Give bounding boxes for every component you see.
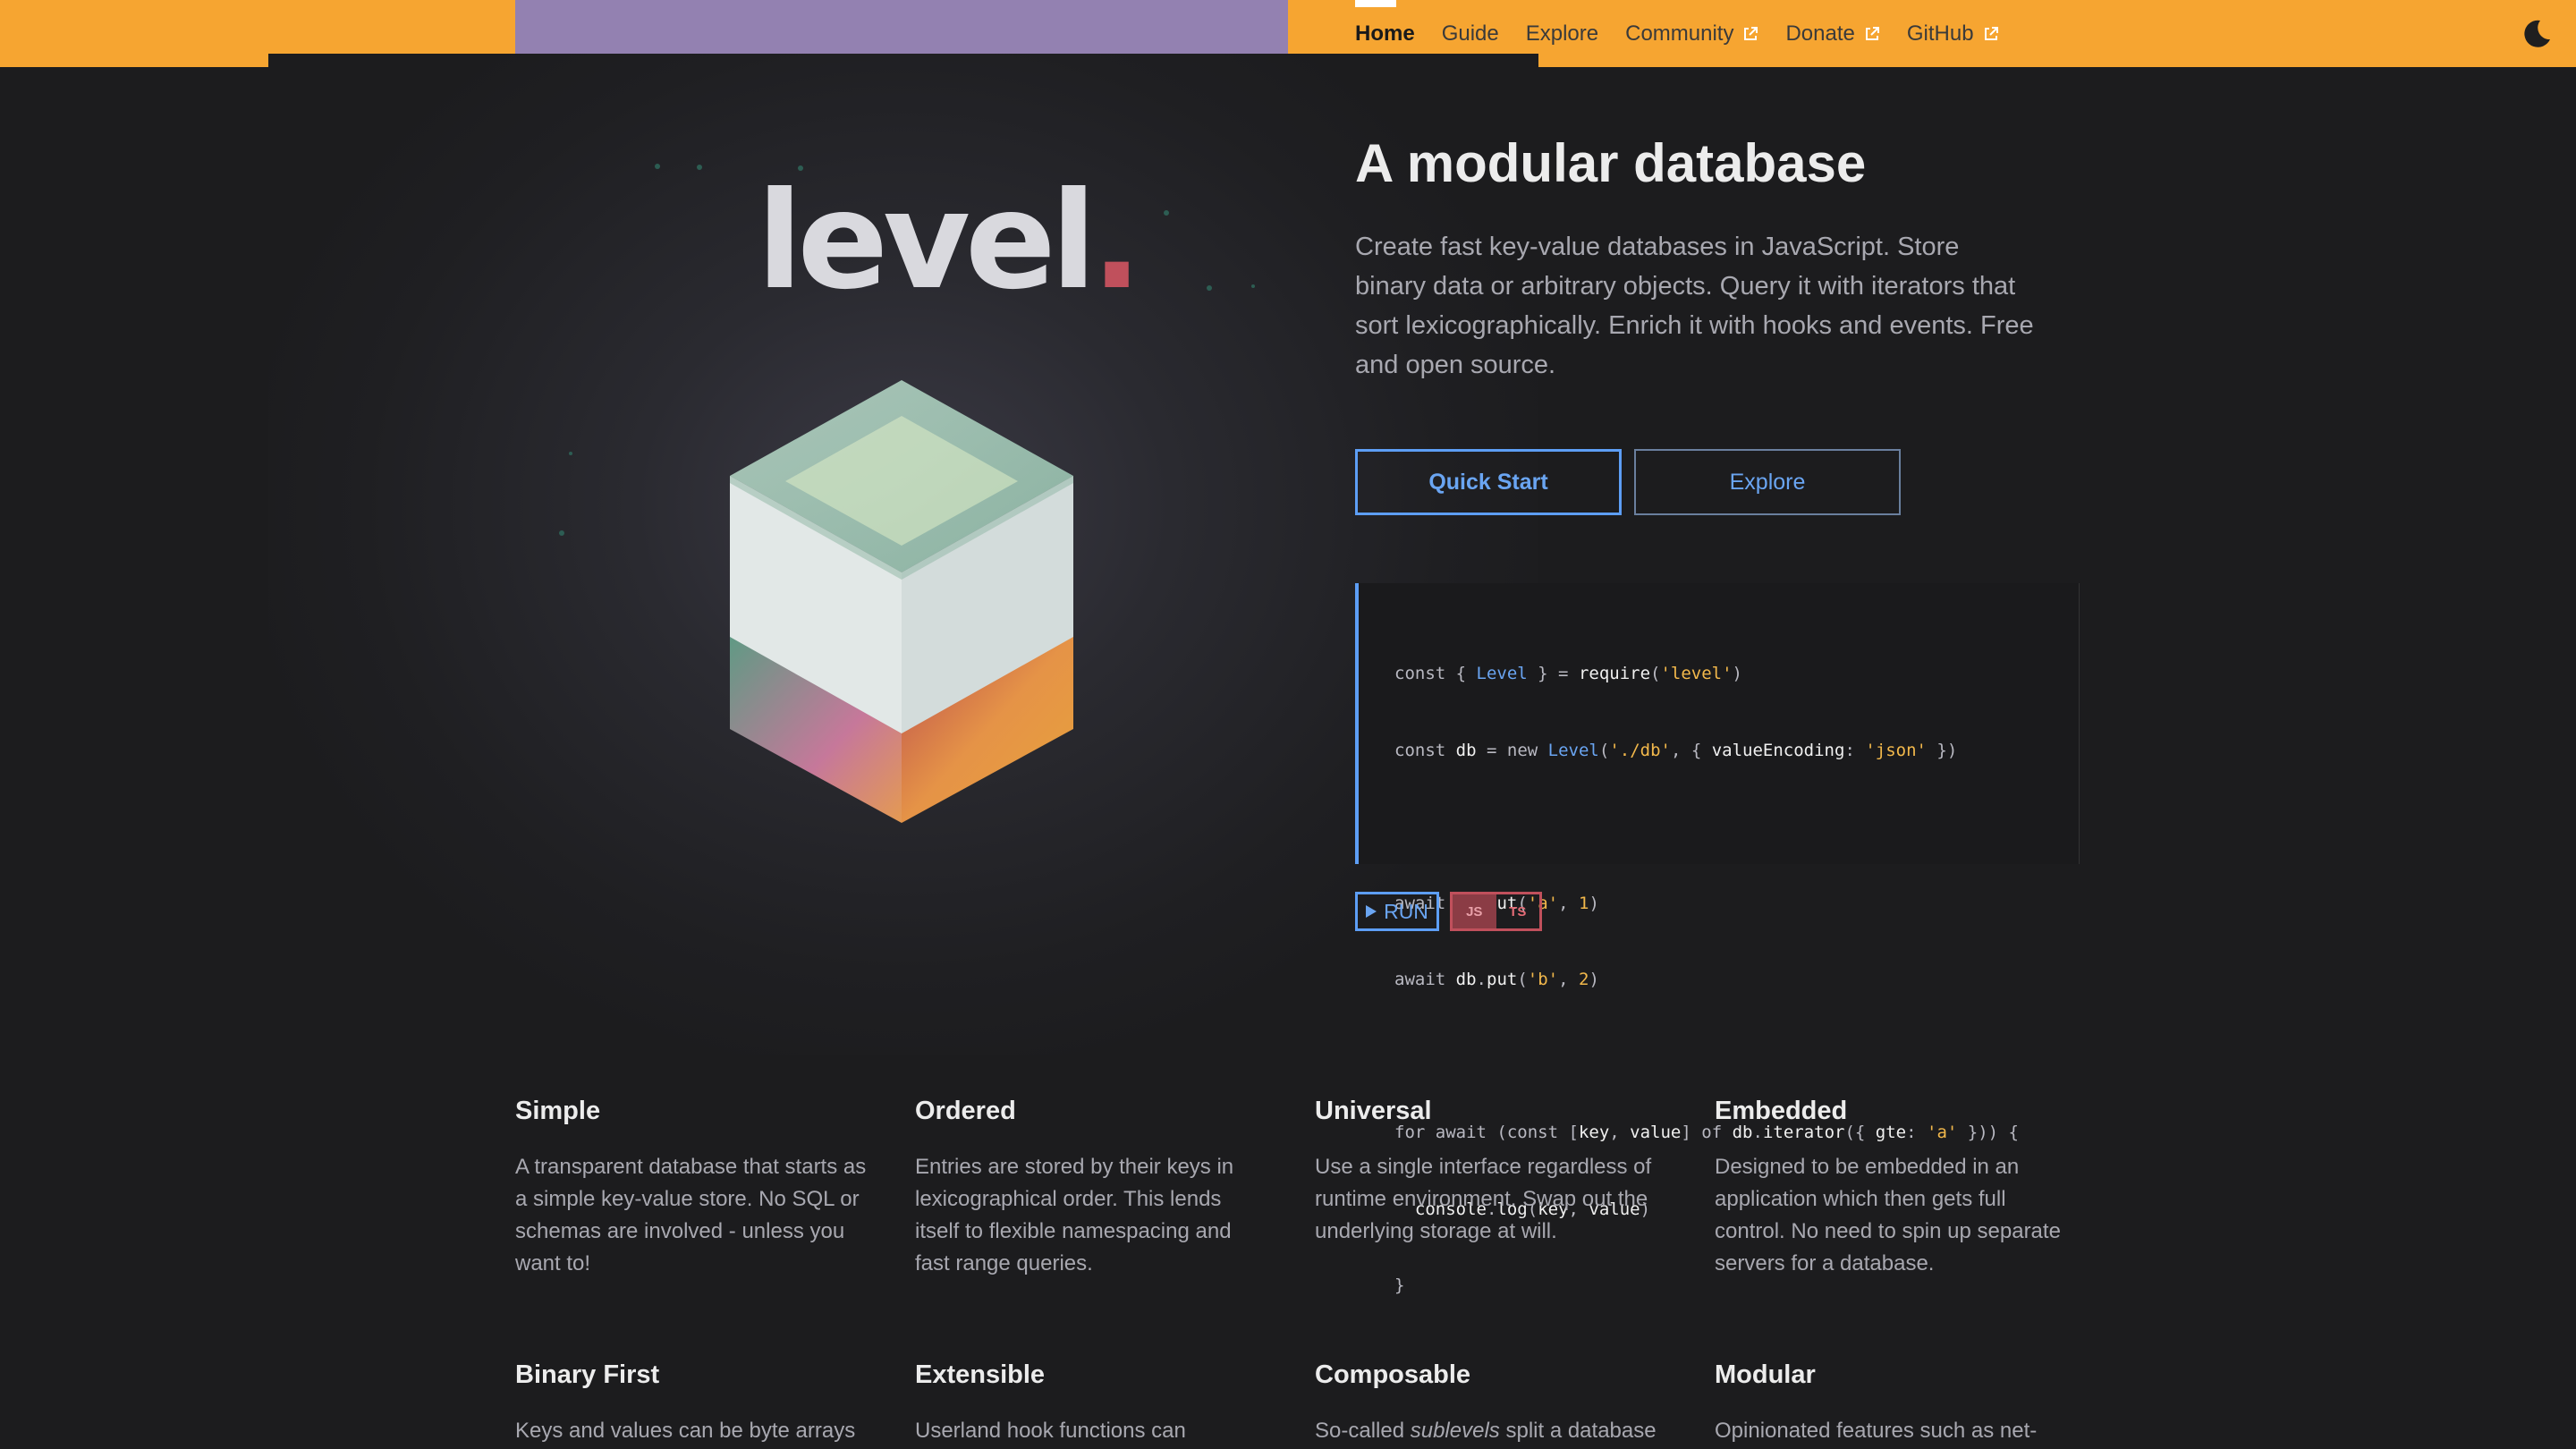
feature-extensible: Extensible Userland hook functions can: [915, 1360, 1273, 1447]
feature-title: Modular: [1715, 1360, 1816, 1389]
language-toggle: JS TS: [1450, 892, 1542, 931]
feature-title: Extensible: [915, 1360, 1046, 1389]
level-wordmark: level.: [757, 174, 1142, 309]
hero-description: Create fast key-value databases in JavaS…: [1355, 233, 2034, 379]
feature-title: Binary First: [515, 1360, 660, 1389]
feature-text-part: split a database: [1499, 1419, 1657, 1443]
feature-title: Universal: [1315, 1097, 1432, 1125]
feature-title: Composable: [1315, 1360, 1471, 1389]
feature-text: A transparent database that starts as a …: [515, 1155, 867, 1275]
feature-text: Opinionated features such as net-: [1715, 1419, 2038, 1443]
feature-binary-first: Binary First Keys and values can be byte…: [515, 1360, 873, 1447]
feature-composable: Composable So-called sublevels split a d…: [1315, 1360, 1673, 1447]
play-icon: [1366, 905, 1377, 918]
feature-text: Userland hook functions can: [915, 1419, 1186, 1443]
run-label: RUN: [1384, 899, 1428, 923]
feature-modular: Modular Opinionated features such as net…: [1715, 1360, 2072, 1447]
code-line: const db = new Level('./db', { valueEnco…: [1394, 740, 1958, 760]
language-option-ts[interactable]: TS: [1496, 894, 1540, 928]
run-button[interactable]: RUN: [1355, 892, 1439, 931]
code-example: const { Level } = require('level') const…: [1355, 583, 2080, 1295]
feature-text-emphasis: sublevels: [1410, 1419, 1500, 1443]
feature-text: Designed to be embedded in an applicatio…: [1715, 1155, 2061, 1275]
feature-simple: Simple A transparent database that start…: [515, 1097, 873, 1280]
feature-title: Ordered: [915, 1097, 1016, 1125]
quick-start-button[interactable]: Quick Start: [1355, 449, 1622, 515]
feature-text: So-called sublevels split a database: [1315, 1415, 1673, 1447]
feature-embedded: Embedded Designed to be embedded in an a…: [1715, 1097, 2072, 1280]
hero-title: A modular database: [1355, 133, 1867, 193]
language-option-js[interactable]: JS: [1453, 894, 1496, 928]
wordmark-text: level: [757, 164, 1097, 319]
feature-universal: Universal Use a single interface regardl…: [1315, 1097, 1655, 1248]
feature-title: Simple: [515, 1097, 601, 1125]
code-line: await db.put('b', 2): [1394, 970, 1599, 989]
feature-title: Embedded: [1715, 1097, 1848, 1125]
wordmark-dot: .: [1091, 164, 1142, 319]
particle-dots: [559, 164, 1255, 536]
code-line: const { Level } = require('level'): [1394, 664, 1742, 683]
feature-text: Use a single interface regardless of run…: [1315, 1155, 1652, 1243]
feature-ordered: Ordered Entries are stored by their keys…: [915, 1097, 1255, 1280]
explore-button[interactable]: Explore: [1634, 449, 1901, 515]
level-cube-logo: [730, 380, 1073, 823]
feature-text: Entries are stored by their keys in lexi…: [915, 1155, 1234, 1275]
feature-text-part: So-called: [1315, 1419, 1411, 1443]
feature-text: Keys and values can be byte arrays: [515, 1419, 856, 1443]
